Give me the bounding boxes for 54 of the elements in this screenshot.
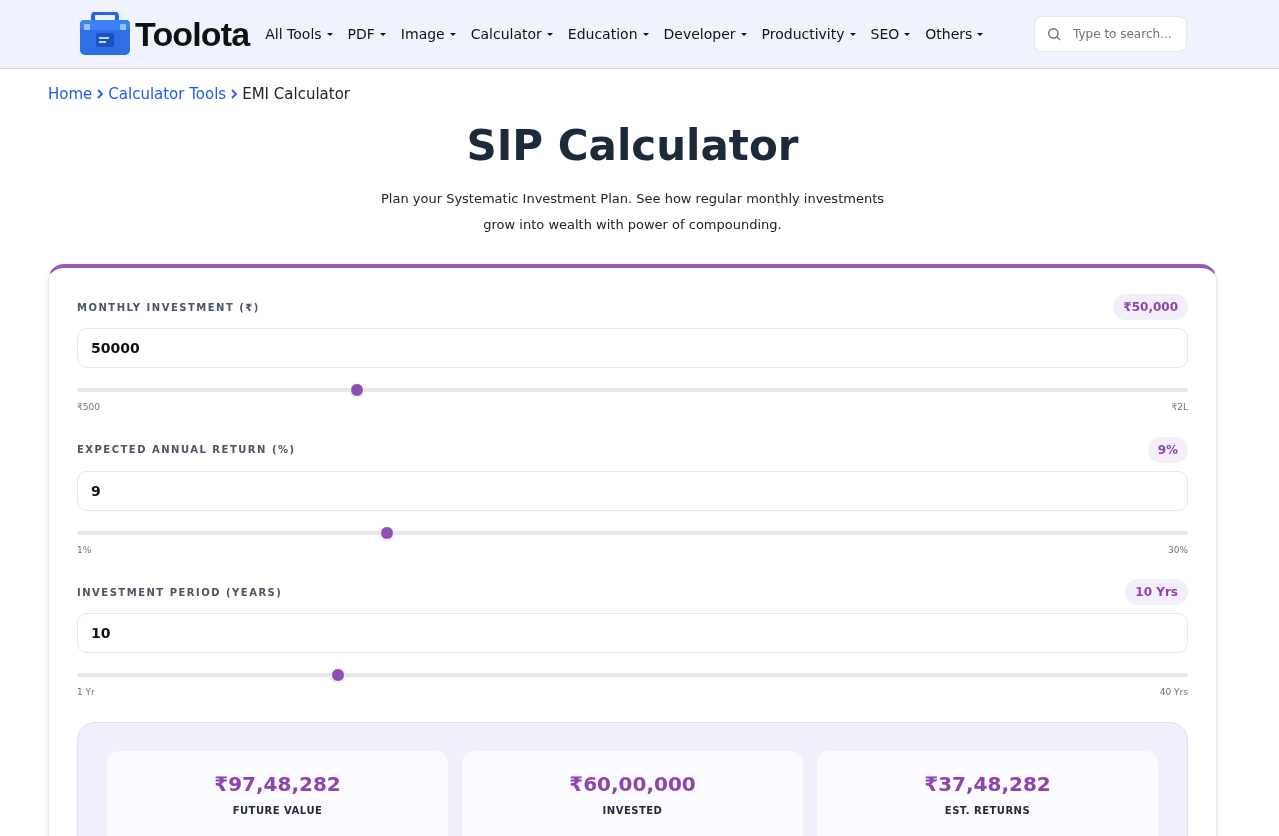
nav-menu-item[interactable]: Calculator: [470, 23, 553, 45]
value-badge: 10 Yrs: [1125, 579, 1188, 605]
caret-icon: [546, 32, 553, 36]
slider-thumb[interactable]: [379, 525, 394, 540]
caret-icon: [642, 32, 649, 36]
caret-icon: [379, 32, 386, 36]
caret-icon: [977, 32, 984, 36]
slider-max-label: 40 Yrs: [1159, 686, 1188, 699]
slider-max-label: 30%: [1168, 543, 1188, 557]
page-description: Plan your Systematic Investment Plan. See how regular monthly investments: [381, 190, 884, 208]
slider-thumb[interactable]: [349, 383, 364, 397]
logo-text[interactable]: Toolota: [135, 8, 250, 60]
number-input-field[interactable]: 10: [77, 613, 1188, 653]
field-label: MONTHLY INVESTMENT (₹): [77, 300, 260, 315]
result-label: EST. RETURNS: [944, 803, 1031, 818]
result-value: ₹37,48,282: [924, 770, 1051, 798]
nav-menu-item[interactable]: Productivity: [761, 23, 856, 45]
caret-icon: [326, 32, 333, 36]
caret-icon: [449, 32, 456, 36]
breadcrumb-link[interactable]: Calculator Tools: [108, 83, 227, 106]
result-value: ₹60,00,000: [569, 770, 696, 798]
page-description: grow into wealth with power of compounding.: [483, 216, 782, 234]
result-label: FUTURE VALUE: [232, 803, 323, 818]
nav-menu-item[interactable]: Others: [925, 23, 984, 45]
number-input-field[interactable]: 9: [77, 470, 1188, 511]
nav-menu-item[interactable]: Education: [567, 23, 649, 45]
breadcrumb-link[interactable]: Home: [48, 83, 93, 106]
page-title: SIP Calculator: [465, 119, 800, 172]
nav-menu-item[interactable]: Image: [400, 23, 456, 45]
field-label: EXPECTED ANNUAL RETURN (%): [77, 443, 296, 457]
slider-min-label: ₹500: [77, 401, 100, 414]
nav-menu-item[interactable]: SEO: [870, 23, 911, 45]
result-label: INVESTED: [602, 803, 663, 818]
field-label: INVESTMENT PERIOD (YEARS): [77, 585, 283, 600]
caret-icon: [904, 32, 911, 36]
value-badge: ₹50,000: [1113, 294, 1188, 320]
nav-menu-item[interactable]: Developer: [663, 23, 747, 45]
nav-menu-item[interactable]: All Tools: [265, 23, 333, 45]
caret-icon: [740, 32, 747, 36]
number-input-field[interactable]: 50000: [77, 328, 1188, 368]
result-value: ₹97,48,282: [214, 770, 341, 798]
search-icon: [1046, 26, 1062, 42]
slider-max-label: ₹2L: [1171, 401, 1188, 414]
slider-min-label: 1%: [77, 543, 92, 557]
slider-min-label: 1 Yr: [77, 686, 95, 699]
search-field[interactable]: Type to search...: [1034, 16, 1187, 52]
slider-thumb[interactable]: [331, 668, 346, 682]
toolbox-icon: [79, 12, 131, 56]
caret-icon: [849, 32, 856, 36]
chevron-right-icon: [230, 89, 239, 100]
nav-menu-item[interactable]: PDF: [347, 23, 386, 45]
value-badge: 9%: [1147, 436, 1188, 463]
breadcrumb-current: EMI Calculator: [242, 84, 350, 105]
chevron-right-icon: [96, 89, 105, 100]
